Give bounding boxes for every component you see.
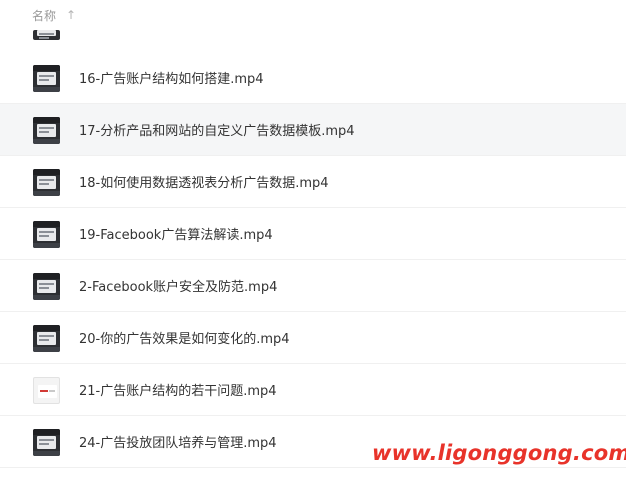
file-row[interactable]: 16-广告账户结构如何搭建.mp4 xyxy=(0,52,626,104)
watermark-text: www.ligonggong.com xyxy=(372,441,626,465)
name-column-header[interactable]: 名称 xyxy=(32,7,56,24)
file-name[interactable]: 17-分析产品和网站的自定义广告数据模板.mp4 xyxy=(79,120,355,139)
video-thumbnail-icon xyxy=(33,273,60,300)
file-name[interactable]: 18-如何使用数据透视表分析广告数据.mp4 xyxy=(79,172,329,191)
video-thumbnail-icon xyxy=(33,325,60,352)
video-thumbnail-icon xyxy=(33,221,60,248)
video-thumbnail-icon xyxy=(33,117,60,144)
video-thumbnail-icon xyxy=(33,377,60,404)
file-row[interactable]: 17-分析产品和网站的自定义广告数据模板.mp4 xyxy=(0,104,626,156)
list-header: 名称 ↑ xyxy=(0,0,626,30)
file-name[interactable]: 20-你的广告效果是如何变化的.mp4 xyxy=(79,328,290,347)
video-thumbnail-icon xyxy=(33,429,60,456)
video-thumbnail-icon xyxy=(33,169,60,196)
file-name[interactable]: 21-广告账户结构的若干问题.mp4 xyxy=(79,380,277,399)
file-name[interactable]: 2-Facebook账户安全及防范.mp4 xyxy=(79,276,277,295)
file-row[interactable]: 19-Facebook广告算法解读.mp4 xyxy=(0,208,626,260)
file-row[interactable]: 21-广告账户结构的若干问题.mp4 xyxy=(0,364,626,416)
file-row[interactable]: 18-如何使用数据透视表分析广告数据.mp4 xyxy=(0,156,626,208)
file-thumbnail-partial[interactable] xyxy=(33,30,60,40)
file-name[interactable]: 19-Facebook广告算法解读.mp4 xyxy=(79,224,273,243)
sort-ascending-icon[interactable]: ↑ xyxy=(66,8,76,22)
file-name[interactable]: 24-广告投放团队培养与管理.mp4 xyxy=(79,432,277,451)
video-thumbnail-icon xyxy=(33,65,60,92)
file-name[interactable]: 16-广告账户结构如何搭建.mp4 xyxy=(79,68,264,87)
file-row[interactable]: 20-你的广告效果是如何变化的.mp4 xyxy=(0,312,626,364)
file-row[interactable]: 2-Facebook账户安全及防范.mp4 xyxy=(0,260,626,312)
